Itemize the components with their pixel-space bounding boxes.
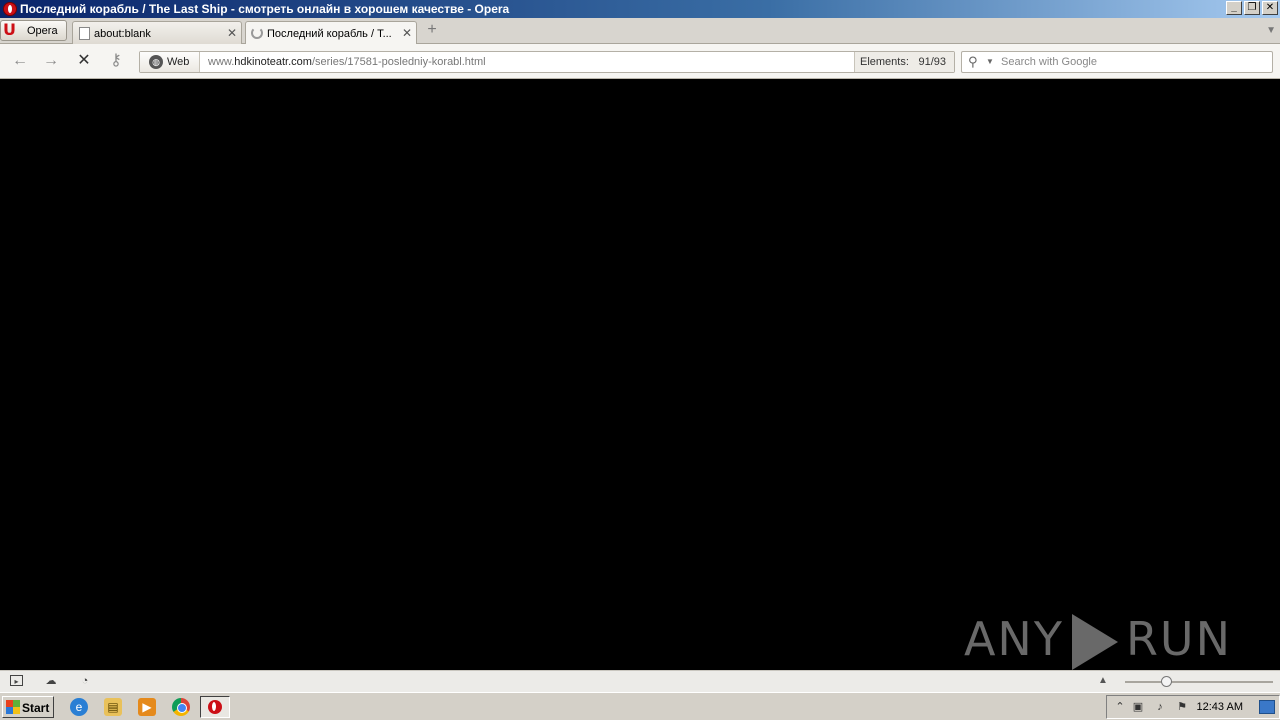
start-button[interactable]: Start xyxy=(2,696,54,718)
cloud-icon[interactable]: ☁ xyxy=(44,675,58,687)
url-domain: hdkinoteatr.com xyxy=(234,56,312,68)
page-icon xyxy=(79,27,90,40)
tab-close-button[interactable]: ✕ xyxy=(227,26,237,40)
clock[interactable]: 12:43 AM xyxy=(1197,701,1243,713)
zoom-arrow-icon[interactable]: ▲ xyxy=(1098,675,1108,686)
url-prefix: www. xyxy=(208,56,235,68)
taskbar-opera-button[interactable] xyxy=(200,696,230,718)
opera-menu-button[interactable]: U Opera xyxy=(0,20,67,41)
stop-button[interactable]: ✕ xyxy=(75,53,93,71)
windows-logo-icon xyxy=(6,700,20,714)
elements-counter: Elements: 91/93 xyxy=(854,52,954,72)
search-placeholder: Search with Google xyxy=(1001,56,1097,68)
opera-logo-icon xyxy=(3,2,17,16)
forward-button[interactable]: → xyxy=(42,53,60,71)
restore-button[interactable]: ❐ xyxy=(1244,1,1260,15)
window-title: Последний корабль / The Last Ship - смот… xyxy=(20,2,510,16)
anyrun-watermark: ANY RUN xyxy=(963,611,1232,670)
explorer-folder-icon[interactable]: ▤ xyxy=(104,698,122,716)
taskbar: Start e ▤ ▶ ⌃ ▣ ♪ ⚑ 12:43 AM xyxy=(0,692,1280,720)
close-window-button[interactable]: ✕ xyxy=(1262,1,1278,15)
speed-dial-icon[interactable]: ◔ xyxy=(78,675,92,687)
status-bar: ▸ ☁ ◔ ▲ xyxy=(0,670,1280,692)
minimize-button[interactable]: _ xyxy=(1226,1,1242,15)
tab-label: about:blank xyxy=(94,28,151,40)
internet-explorer-icon[interactable]: e xyxy=(70,698,88,716)
action-center-flag-icon[interactable]: ⚑ xyxy=(1175,700,1189,714)
tab-last-ship[interactable]: Последний корабль / T... ✕ xyxy=(245,21,417,45)
volume-icon[interactable]: ♪ xyxy=(1153,700,1167,714)
page-content[interactable]: ANY RUN xyxy=(0,79,1280,670)
navigation-bar: ← → ✕ ⚷ ◍ Web www.hdkinoteatr.com/series… xyxy=(0,44,1280,79)
zoom-slider-thumb[interactable] xyxy=(1160,676,1172,687)
show-desktop-icon[interactable] xyxy=(1259,700,1275,714)
new-tab-button[interactable]: + xyxy=(424,22,440,39)
tab-bar: U Opera about:blank ✕ Последний корабль … xyxy=(0,18,1280,45)
network-icon[interactable]: ▣ xyxy=(1131,700,1145,714)
web-badge-label: Web xyxy=(167,56,190,68)
tray-expand-icon[interactable]: ⌃ xyxy=(1113,700,1127,714)
search-engine-dropdown-icon[interactable]: ▼ xyxy=(986,57,994,66)
opera-menu-label: Opera xyxy=(27,25,58,37)
tab-about-blank[interactable]: about:blank ✕ xyxy=(72,21,242,44)
panel-toggle-icon[interactable]: ▸ xyxy=(10,675,23,686)
key-icon[interactable]: ⚷ xyxy=(107,53,125,71)
elements-label: Elements: xyxy=(860,56,909,68)
loading-spinner-icon xyxy=(251,27,263,39)
watermark-left: ANY xyxy=(963,611,1064,666)
elements-count: 91/93 xyxy=(918,56,946,68)
back-button[interactable]: ← xyxy=(11,53,29,71)
start-label: Start xyxy=(22,701,50,715)
tabs-dropdown-icon[interactable]: ▼ xyxy=(1266,25,1276,36)
zoom-slider[interactable] xyxy=(1125,681,1273,683)
url-path: /series/17581-posledniy-korabl.html xyxy=(311,56,486,68)
address-field[interactable]: ◍ Web www.hdkinoteatr.com/series/17581-p… xyxy=(139,51,955,73)
system-tray: ⌃ ▣ ♪ ⚑ 12:43 AM xyxy=(1106,695,1280,719)
play-icon xyxy=(1071,614,1118,670)
chrome-icon[interactable] xyxy=(172,698,190,716)
url-text[interactable]: www.hdkinoteatr.com/series/17581-posledn… xyxy=(208,56,486,68)
globe-icon: ◍ xyxy=(149,55,163,69)
opera-menu-icon: U xyxy=(3,20,16,39)
window-controls: _ ❐ ✕ xyxy=(1226,1,1278,15)
tab-label: Последний корабль / T... xyxy=(267,28,392,40)
media-player-icon[interactable]: ▶ xyxy=(138,698,156,716)
search-icon: ⚲ xyxy=(968,54,978,69)
tab-close-button[interactable]: ✕ xyxy=(402,26,412,40)
watermark-right: RUN xyxy=(1125,611,1232,666)
web-badge[interactable]: ◍ Web xyxy=(140,52,200,72)
search-field[interactable]: ⚲ ▼ Search with Google xyxy=(961,51,1273,73)
opera-taskbar-icon xyxy=(208,700,222,714)
window-title-bar: Последний корабль / The Last Ship - смот… xyxy=(0,0,1280,18)
